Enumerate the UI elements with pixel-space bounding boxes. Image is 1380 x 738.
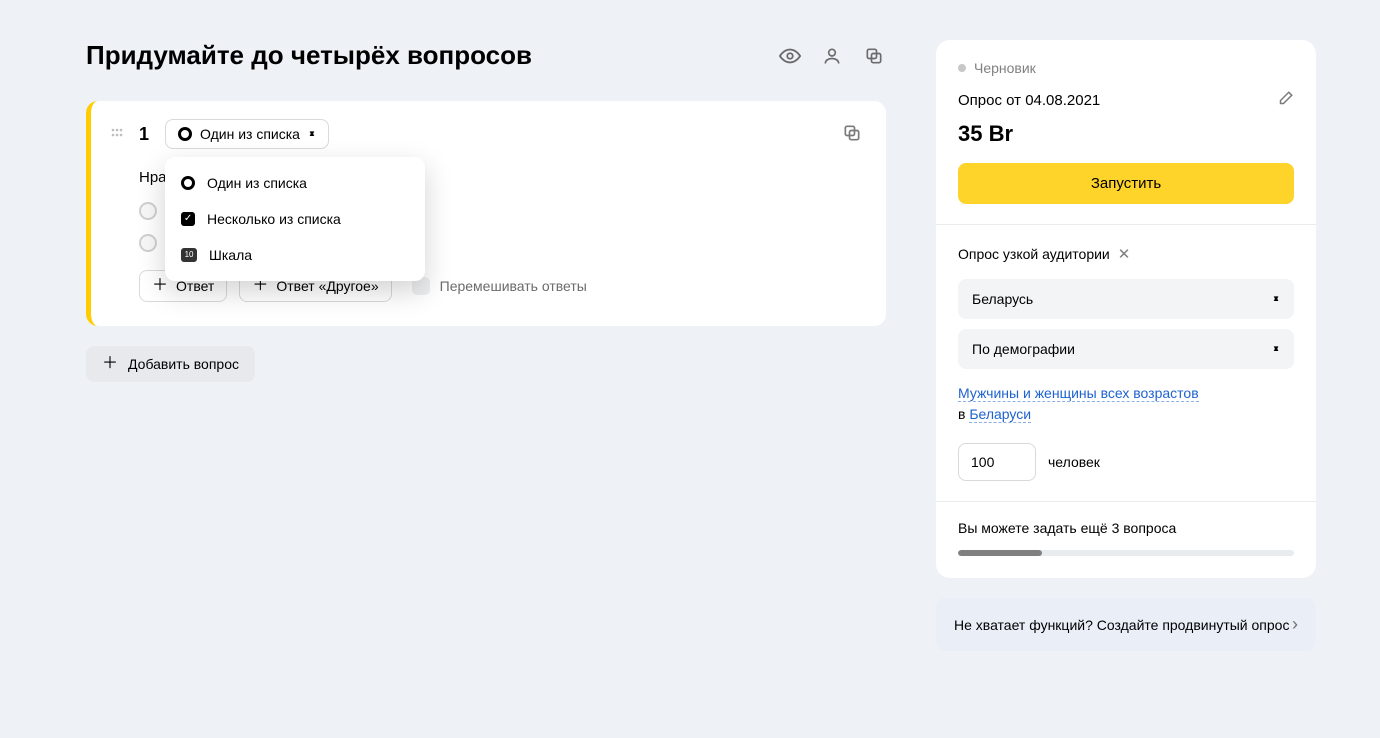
checkbox-icon: ✓ <box>181 212 195 226</box>
scale-icon: 10 <box>181 248 197 262</box>
shuffle-answers-checkbox[interactable]: Перемешивать ответы <box>412 277 587 295</box>
drag-handle-icon[interactable] <box>109 119 125 302</box>
plus-icon: ＋ <box>102 356 118 372</box>
type-option-single[interactable]: Один из списка <box>165 165 425 201</box>
plus-icon: ＋ <box>152 278 168 294</box>
question-type-select[interactable]: Один из списка ▲▼ <box>165 119 329 149</box>
demographic-select[interactable]: По демографии ▲▼ <box>958 329 1294 369</box>
questions-remaining-label: Вы можете задать ещё 3 вопроса <box>958 520 1294 536</box>
status-badge: Черновик <box>958 60 1294 76</box>
header-actions <box>778 44 886 68</box>
radio-icon <box>178 127 192 141</box>
radio-icon <box>139 234 157 252</box>
edit-name-button[interactable] <box>1276 90 1294 111</box>
advanced-survey-promo[interactable]: Не хватает функций? Создайте продвинутый… <box>936 598 1316 651</box>
radio-icon <box>139 202 157 220</box>
type-option-multiple[interactable]: ✓ Несколько из списка <box>165 201 425 237</box>
question-type-label: Один из списка <box>200 126 300 142</box>
preview-icon[interactable] <box>778 44 802 68</box>
country-select[interactable]: Беларусь ▲▼ <box>958 279 1294 319</box>
radio-icon <box>181 176 195 190</box>
copy-icon[interactable] <box>862 44 886 68</box>
chevron-right-icon: › <box>1292 614 1298 635</box>
duplicate-question-button[interactable] <box>840 121 864 145</box>
page-header: Придумайте до четырёх вопросов <box>86 40 886 71</box>
status-dot-icon <box>958 64 966 72</box>
audience-region-link[interactable]: Беларуси <box>969 406 1031 423</box>
user-icon[interactable] <box>820 44 844 68</box>
sidebar-panel: Черновик Опрос от 04.08.2021 35 Br Запус… <box>936 40 1316 578</box>
type-option-scale[interactable]: 10 Шкала <box>165 237 425 273</box>
question-card: 1 Один из списка ▲▼ Один из списка <box>86 101 886 326</box>
progress-fill <box>958 550 1042 556</box>
respondent-count-input[interactable] <box>958 443 1036 481</box>
page-title: Придумайте до четырёх вопросов <box>86 40 532 71</box>
launch-button[interactable]: Запустить <box>958 163 1294 204</box>
respondent-count-unit: человек <box>1048 454 1100 470</box>
survey-name: Опрос от 04.08.2021 <box>958 92 1100 109</box>
close-audience-button[interactable]: ✕ <box>1118 245 1131 263</box>
price: 35 Br <box>958 121 1294 147</box>
audience-demographic-link[interactable]: Мужчины и женщины всех возрастов <box>958 385 1199 402</box>
audience-title: Опрос узкой аудитории <box>958 246 1110 262</box>
questions-progress <box>958 550 1294 556</box>
audience-description: Мужчины и женщины всех возрастов в Белар… <box>958 383 1294 425</box>
add-question-button[interactable]: ＋ Добавить вопрос <box>86 346 255 382</box>
question-type-dropdown: Один из списка ✓ Несколько из списка 10 … <box>165 157 425 281</box>
question-number: 1 <box>139 124 149 145</box>
